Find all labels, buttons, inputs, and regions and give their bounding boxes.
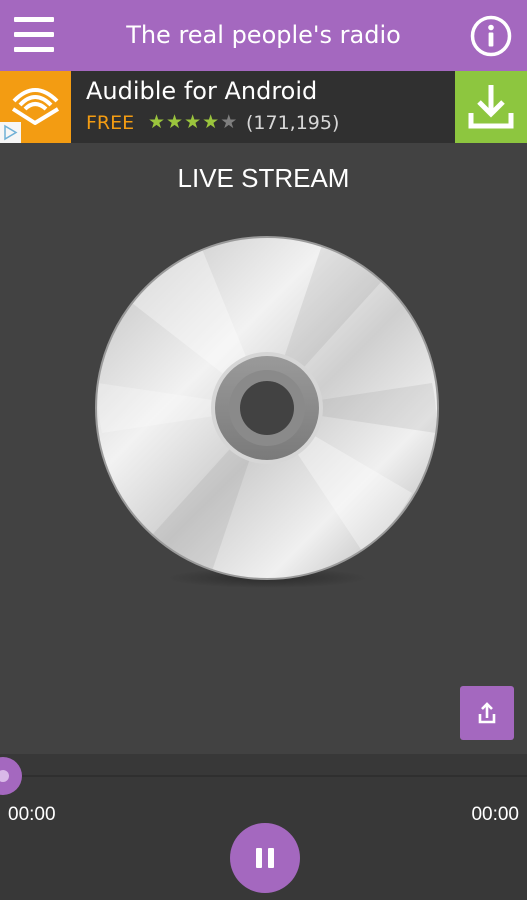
star-icon: ★ bbox=[166, 111, 185, 133]
ad-banner[interactable]: Audible for Android FREE ★★★★★ (171,195) bbox=[0, 71, 527, 143]
pause-button[interactable] bbox=[230, 823, 300, 893]
download-button[interactable] bbox=[455, 71, 527, 143]
star-empty-icon: ★ bbox=[220, 111, 239, 133]
app-bar: The real people's radio bbox=[0, 0, 527, 71]
info-icon[interactable] bbox=[470, 15, 512, 57]
download-icon bbox=[468, 85, 514, 129]
ad-rating-count: (171,195) bbox=[246, 112, 340, 134]
duration-time: 00:00 bbox=[471, 804, 519, 825]
adchoices-icon[interactable] bbox=[0, 122, 21, 143]
star-icon: ★ bbox=[202, 111, 221, 133]
share-icon bbox=[478, 702, 496, 724]
ad-rating-stars: ★★★★★ bbox=[148, 111, 238, 133]
app-title: The real people's radio bbox=[126, 21, 401, 49]
progress-track[interactable] bbox=[0, 775, 527, 777]
star-icon: ★ bbox=[184, 111, 203, 133]
share-button[interactable] bbox=[460, 686, 514, 740]
star-icon: ★ bbox=[148, 111, 167, 133]
hamburger-menu-icon[interactable] bbox=[14, 17, 54, 53]
elapsed-time: 00:00 bbox=[8, 804, 56, 825]
pause-icon bbox=[256, 848, 274, 868]
cd-disc-icon bbox=[92, 233, 442, 593]
ad-price: FREE bbox=[86, 112, 135, 134]
ad-app-name: Audible for Android bbox=[86, 77, 318, 105]
stream-label: LIVE STREAM bbox=[177, 163, 350, 193]
